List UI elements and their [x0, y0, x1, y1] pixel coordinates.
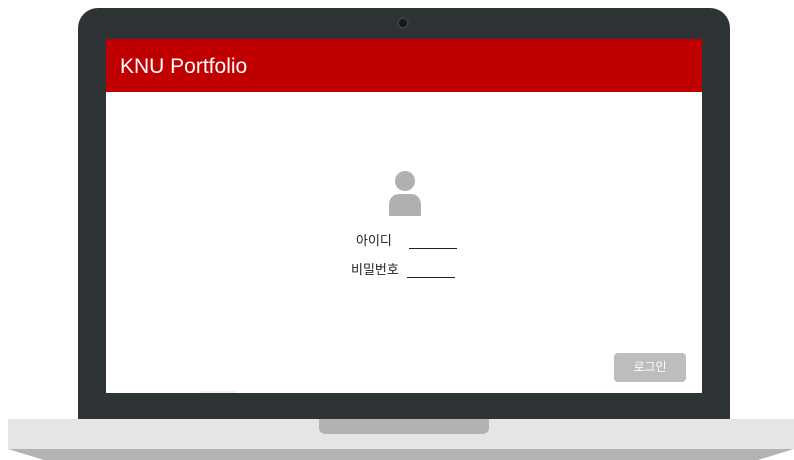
password-input[interactable]	[406, 277, 455, 278]
user-icon	[389, 171, 421, 216]
laptop-notch	[319, 419, 489, 434]
app-header: KNU Portfolio	[106, 39, 702, 92]
app-title: KNU Portfolio	[120, 55, 248, 78]
login-button[interactable]: 로그인	[614, 353, 686, 382]
id-input[interactable]	[408, 248, 457, 249]
laptop-screen: KNU Portfolio 아이디 비밀번호 로그인	[106, 39, 702, 393]
camera-icon	[397, 17, 409, 29]
laptop-base-shadow	[8, 449, 794, 460]
password-label: 비밀번호	[351, 263, 399, 278]
id-label: 아이디	[356, 234, 392, 249]
password-field-row: 비밀번호	[351, 261, 455, 279]
screen-edge-mark	[200, 391, 236, 393]
id-field-row: 아이디	[356, 232, 457, 250]
laptop-mockup: KNU Portfolio 아이디 비밀번호 로그인	[0, 0, 794, 460]
